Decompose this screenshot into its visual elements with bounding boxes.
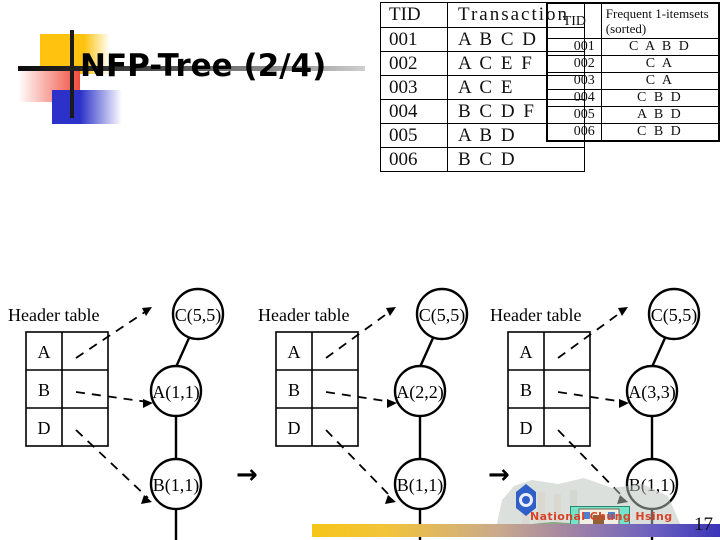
logo-blue-fade — [80, 90, 122, 124]
cell-tid: 003 — [380, 75, 448, 100]
frequent-itemsets-table: TID Frequent 1-itemsets (sorted) 001 C A… — [546, 2, 720, 142]
tree-node-root-label: C(5,5) — [419, 305, 466, 326]
link-header-b — [75, 391, 149, 403]
header-table-label: Header table — [490, 305, 582, 325]
cell-tid: 004 — [546, 89, 602, 107]
link-header-b — [557, 391, 625, 403]
table-row: 001 C A B D — [546, 38, 720, 56]
header-row-label-d: D — [520, 418, 533, 438]
cell-items: C A — [600, 55, 720, 73]
cell-tid: 002 — [546, 55, 602, 73]
column-header-frequent-itemsets: Frequent 1-itemsets (sorted) — [600, 2, 720, 39]
page-title: NFP-Tree (2/4) — [80, 48, 327, 84]
university-watermark: National Chung Hsing — [492, 470, 692, 534]
header-row-label-b: B — [288, 380, 300, 400]
header-table-label: Header table — [258, 305, 350, 325]
cell-items: C B D — [600, 89, 720, 107]
step-arrow-1-to-2: → — [236, 460, 258, 490]
table-header-row: TID Frequent 1-itemsets (sorted) — [546, 2, 720, 39]
header-row-label-a: A — [38, 342, 51, 362]
header-row-label-b: B — [520, 380, 532, 400]
tree-node-b-label: B(1,1) — [397, 475, 444, 496]
link-header-d — [325, 429, 393, 499]
nfp-tree-stage-2: C(5,5) A(2,2) B(1,1) D(1,1) A B D Header… — [250, 180, 490, 540]
logo-blue-square — [52, 90, 80, 124]
header-line-1: Frequent 1-itemsets — [605, 6, 709, 21]
watermark-text: National Chung Hsing — [530, 510, 673, 523]
slide-canvas: NFP-Tree (2/4) TID Transaction 001 A B C… — [0, 0, 720, 540]
cell-tid: 001 — [380, 27, 448, 52]
header-row-label-d: D — [288, 418, 301, 438]
table-row: 004 C B D — [546, 89, 720, 107]
tree-node-root-label: C(5,5) — [651, 305, 698, 326]
logo-vertical-rule — [70, 30, 74, 118]
column-header-tid: TID — [380, 2, 448, 28]
cell-tid: 006 — [546, 123, 602, 142]
table-row: 006 C B D — [546, 123, 720, 142]
cell-items: A B D — [600, 106, 720, 124]
cell-tid: 001 — [546, 38, 602, 56]
cell-tid: 005 — [546, 106, 602, 124]
link-header-d — [75, 429, 149, 499]
cell-items: C A B D — [600, 38, 720, 56]
edge-root-to-a — [174, 337, 191, 368]
edge-root-to-a — [650, 337, 667, 368]
cell-items: C A — [600, 72, 720, 90]
cell-tid: 006 — [380, 147, 448, 172]
tree-node-a-label: A(3,3) — [628, 382, 676, 403]
table-row: 006 B C D — [380, 147, 585, 172]
header-table-label: Header table — [8, 305, 100, 325]
link-header-b — [325, 391, 393, 403]
cell-tid: 005 — [380, 123, 448, 148]
footer-gradient-bar — [312, 524, 720, 537]
table-row: 005 A B D — [546, 106, 720, 124]
page-number: 17 — [694, 514, 713, 535]
cell-items: B C D — [447, 147, 585, 172]
table-row: 002 C A — [546, 55, 720, 73]
header-row-label-b: B — [38, 380, 50, 400]
nfp-tree-stage-1: C(5,5) A(1,1) B(1,1) D(1,1) A B D Header… — [0, 180, 240, 540]
tree-node-b-label: B(1,1) — [153, 475, 200, 496]
header-row-label-a: A — [288, 342, 301, 362]
cell-items: C B D — [600, 123, 720, 142]
table-row: 003 C A — [546, 72, 720, 90]
cell-tid: 002 — [380, 51, 448, 76]
header-row-label-d: D — [38, 418, 51, 438]
cell-tid: 004 — [380, 99, 448, 124]
tree-node-a-label: A(1,1) — [152, 382, 200, 403]
frequent-itemsets-table-body: 001 C A B D 002 C A 003 C A 004 C B D 00… — [546, 38, 720, 142]
header-row-label-a: A — [520, 342, 533, 362]
tree-node-a-label: A(2,2) — [396, 382, 444, 403]
column-header-tid: TID — [546, 2, 602, 39]
edge-root-to-a — [418, 337, 435, 368]
tree-node-root-label: C(5,5) — [175, 305, 222, 326]
header-line-2: (sorted) — [605, 21, 647, 36]
cell-tid: 003 — [546, 72, 602, 90]
